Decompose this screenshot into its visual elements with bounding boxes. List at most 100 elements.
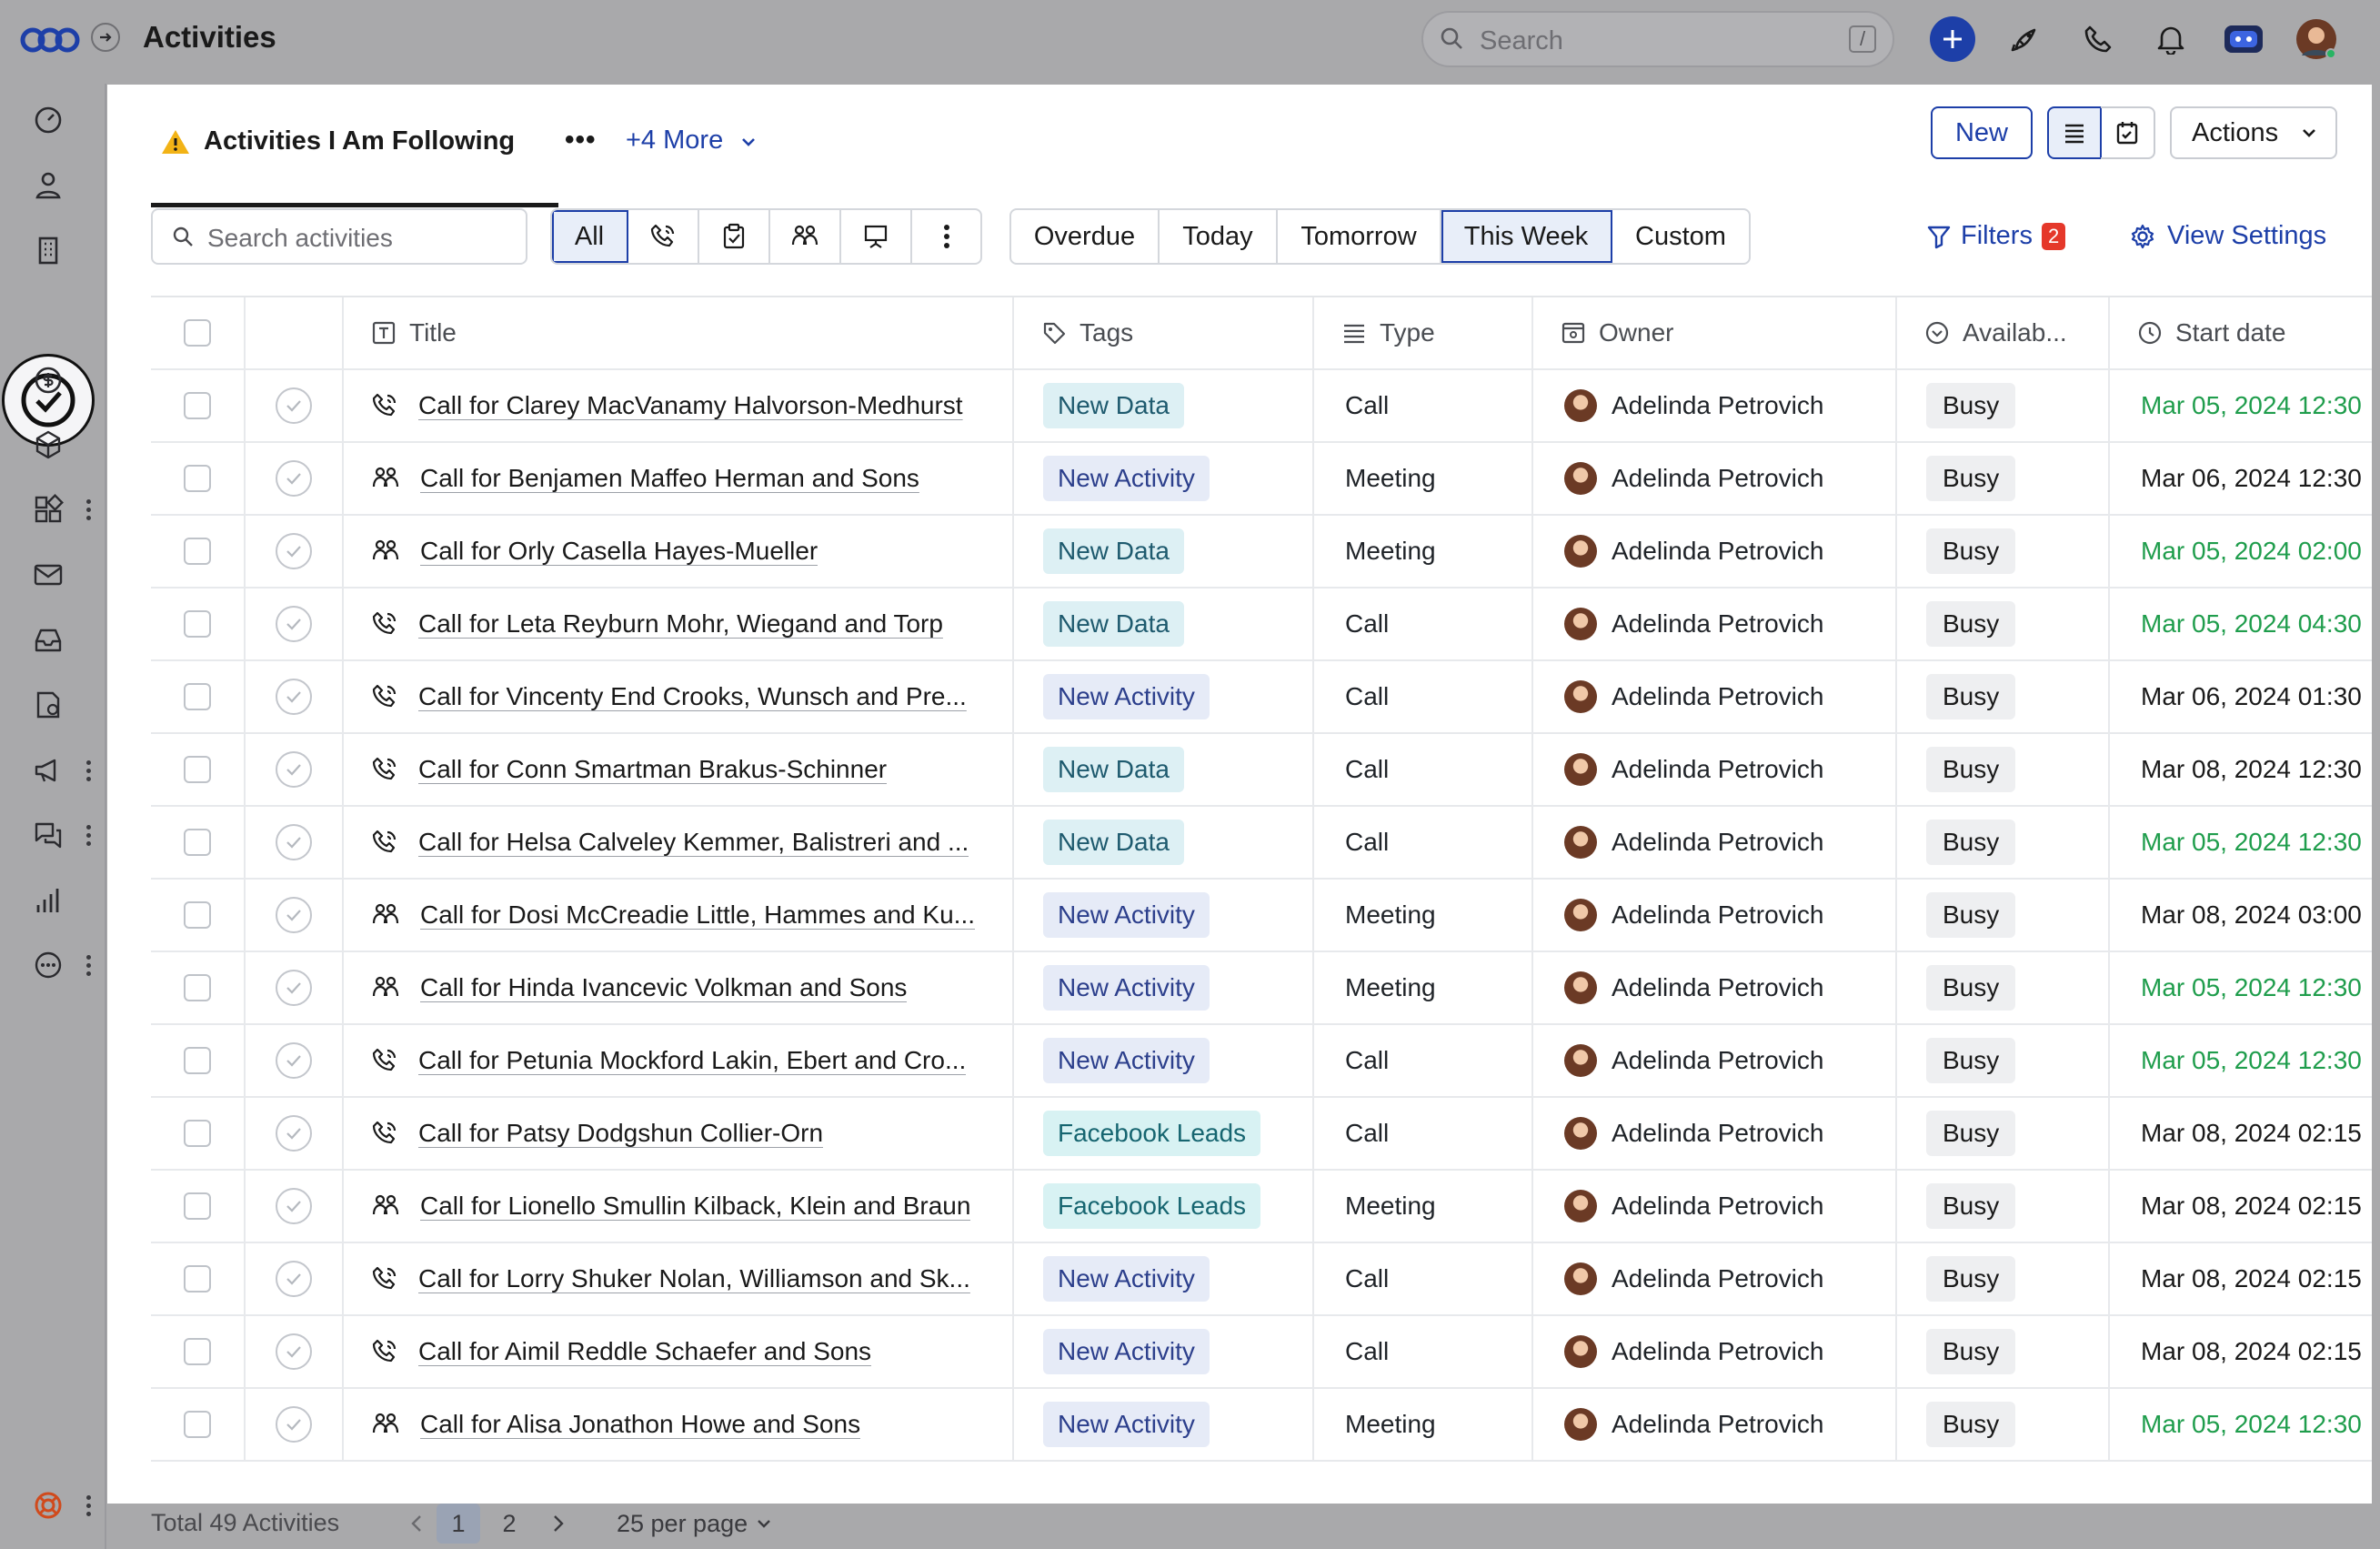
mail-envelope-icon[interactable] bbox=[27, 554, 69, 596]
list-view-toggle-icon[interactable] bbox=[2047, 106, 2102, 159]
mark-complete-icon[interactable] bbox=[276, 387, 312, 424]
activity-title-link[interactable]: Call for Dosi McCreadie Little, Hammes a… bbox=[420, 900, 975, 930]
activity-title-link[interactable]: Call for Lionello Smullin Kilback, Klein… bbox=[420, 1192, 970, 1221]
table-row[interactable]: Call for Clarey MacVanamy Halvorson-Medh… bbox=[151, 370, 2372, 443]
table-row[interactable]: Call for Hinda Ivancevic Volkman and Son… bbox=[151, 952, 2372, 1025]
row-checkbox[interactable] bbox=[184, 1047, 211, 1074]
activity-title-link[interactable]: Call for Clarey MacVanamy Halvorson-Medh… bbox=[418, 391, 963, 420]
rocket-icon[interactable] bbox=[2003, 16, 2048, 62]
time-filter-custom[interactable]: Custom bbox=[1612, 210, 1749, 263]
row-checkbox[interactable] bbox=[184, 683, 211, 710]
mark-complete-icon[interactable] bbox=[276, 1188, 312, 1224]
activity-title-link[interactable]: Call for Orly Casella Hayes-Mueller bbox=[420, 537, 818, 566]
create-plus-button[interactable] bbox=[1930, 16, 1975, 62]
mark-complete-icon[interactable] bbox=[276, 1115, 312, 1152]
row-checkbox[interactable] bbox=[184, 1120, 211, 1147]
type-filter-presentation-icon[interactable] bbox=[841, 210, 912, 263]
activity-title-link[interactable]: Call for Benjamen Maffeo Herman and Sons bbox=[420, 464, 919, 493]
activity-title-link[interactable]: Call for Hinda Ivancevic Volkman and Son… bbox=[420, 973, 907, 1002]
row-checkbox[interactable] bbox=[184, 392, 211, 419]
row-checkbox[interactable] bbox=[184, 829, 211, 856]
row-checkbox[interactable] bbox=[184, 1411, 211, 1438]
row-checkbox[interactable] bbox=[184, 1338, 211, 1365]
select-all-checkbox[interactable] bbox=[184, 319, 211, 347]
conversations-more-dots-icon[interactable] bbox=[84, 817, 93, 853]
phone-icon[interactable] bbox=[2075, 16, 2121, 62]
mark-complete-icon[interactable] bbox=[276, 970, 312, 1006]
type-filter-task-icon[interactable] bbox=[699, 210, 770, 263]
type-filter-meeting-icon[interactable] bbox=[770, 210, 841, 263]
prev-page-chevron-icon[interactable] bbox=[398, 1504, 435, 1544]
row-checkbox[interactable] bbox=[184, 538, 211, 565]
row-checkbox[interactable] bbox=[184, 465, 211, 492]
new-activity-button[interactable]: New bbox=[1931, 106, 2033, 159]
column-header-title[interactable]: Title bbox=[344, 297, 1014, 368]
table-row[interactable]: Call for Helsa Calveley Kemmer, Balistre… bbox=[151, 807, 2372, 880]
table-row[interactable]: Call for Leta Reyburn Mohr, Wiegand and … bbox=[151, 588, 2372, 661]
calendar-view-toggle-icon[interactable] bbox=[2101, 106, 2155, 159]
help-more-dots-icon[interactable] bbox=[84, 1487, 93, 1524]
more-modules-icon[interactable] bbox=[27, 944, 69, 986]
view-tab-active[interactable]: Activities I Am Following ••• bbox=[151, 112, 596, 207]
apps-grid-icon[interactable] bbox=[27, 488, 69, 530]
apps-more-dots-icon[interactable] bbox=[84, 491, 93, 528]
activity-title-link[interactable]: Call for Leta Reyburn Mohr, Wiegand and … bbox=[418, 609, 943, 639]
table-row[interactable]: Call for Petunia Mockford Lakin, Ebert a… bbox=[151, 1025, 2372, 1098]
notifications-bell-icon[interactable] bbox=[2148, 16, 2194, 62]
mark-complete-icon[interactable] bbox=[276, 1042, 312, 1079]
mark-complete-icon[interactable] bbox=[276, 751, 312, 788]
mark-complete-icon[interactable] bbox=[276, 460, 312, 497]
filters-button[interactable]: Filters 2 bbox=[1926, 221, 2066, 251]
time-filter-tomorrow[interactable]: Tomorrow bbox=[1278, 210, 1441, 263]
page-1-button[interactable]: 1 bbox=[437, 1504, 480, 1544]
help-lifebuoy-icon[interactable] bbox=[27, 1484, 69, 1526]
table-row[interactable]: Call for Benjamen Maffeo Herman and Sons… bbox=[151, 443, 2372, 516]
activity-title-link[interactable]: Call for Conn Smartman Brakus-Schinner bbox=[418, 755, 887, 784]
user-avatar[interactable] bbox=[2294, 16, 2339, 62]
table-row[interactable]: Call for Lorry Shuker Nolan, Williamson … bbox=[151, 1243, 2372, 1316]
app-logo-icon[interactable] bbox=[20, 22, 80, 63]
dashboard-gauge-icon[interactable] bbox=[27, 99, 69, 141]
campaigns-megaphone-icon[interactable] bbox=[27, 749, 69, 791]
actions-dropdown-button[interactable]: Actions bbox=[2170, 106, 2337, 159]
row-checkbox[interactable] bbox=[184, 901, 211, 929]
modules-more-dots-icon[interactable] bbox=[84, 947, 93, 983]
products-box-icon[interactable] bbox=[27, 424, 69, 466]
contacts-person-icon[interactable] bbox=[27, 164, 69, 206]
mark-complete-icon[interactable] bbox=[276, 679, 312, 715]
type-filter-more-dots-icon[interactable] bbox=[912, 210, 980, 263]
row-checkbox[interactable] bbox=[184, 1192, 211, 1220]
type-filter-call-icon[interactable] bbox=[628, 210, 699, 263]
more-views-dropdown[interactable]: +4 More bbox=[626, 126, 758, 156]
table-row[interactable]: Call for Vincenty End Crooks, Wunsch and… bbox=[151, 661, 2372, 734]
activity-title-link[interactable]: Call for Alisa Jonathon Howe and Sons bbox=[420, 1410, 860, 1439]
expand-sidebar-icon[interactable] bbox=[91, 23, 120, 52]
time-filter-overdue[interactable]: Overdue bbox=[1011, 210, 1160, 263]
table-row[interactable]: Call for Alisa Jonathon Howe and Sons New… bbox=[151, 1389, 2372, 1462]
mark-complete-icon[interactable] bbox=[276, 824, 312, 860]
activity-title-link[interactable]: Call for Patsy Dodgshun Collier-Orn bbox=[418, 1119, 823, 1148]
time-filter-this-week[interactable]: This Week bbox=[1441, 210, 1612, 263]
row-checkbox[interactable] bbox=[184, 756, 211, 783]
per-page-select[interactable]: 25 per page bbox=[617, 1504, 798, 1544]
table-row[interactable]: Call for Orly Casella Hayes-Mueller New D… bbox=[151, 516, 2372, 588]
campaigns-more-dots-icon[interactable] bbox=[84, 752, 93, 789]
conversations-chat-icon[interactable] bbox=[27, 814, 69, 856]
activity-title-link[interactable]: Call for Vincenty End Crooks, Wunsch and… bbox=[418, 682, 967, 711]
column-header-type[interactable]: Type bbox=[1314, 297, 1533, 368]
activity-title-link[interactable]: Call for Petunia Mockford Lakin, Ebert a… bbox=[418, 1046, 966, 1075]
view-settings-button[interactable]: View Settings bbox=[2129, 221, 2326, 251]
inbox-tray-icon[interactable] bbox=[27, 619, 69, 661]
global-search-input[interactable]: Search / bbox=[1421, 11, 1894, 67]
column-header-start-date[interactable]: Start date bbox=[2110, 297, 2372, 368]
type-filter-all[interactable]: All bbox=[552, 210, 628, 263]
table-row[interactable]: Call for Lionello Smullin Kilback, Klein… bbox=[151, 1171, 2372, 1243]
mark-complete-icon[interactable] bbox=[276, 1406, 312, 1443]
activity-title-link[interactable]: Call for Lorry Shuker Nolan, Williamson … bbox=[418, 1264, 970, 1293]
analytics-bars-icon[interactable] bbox=[27, 880, 69, 921]
column-header-tags[interactable]: Tags bbox=[1014, 297, 1314, 368]
row-checkbox[interactable] bbox=[184, 1265, 211, 1293]
mark-complete-icon[interactable] bbox=[276, 533, 312, 569]
deals-dollar-icon[interactable] bbox=[27, 359, 69, 401]
view-options-dots-icon[interactable]: ••• bbox=[565, 125, 597, 156]
